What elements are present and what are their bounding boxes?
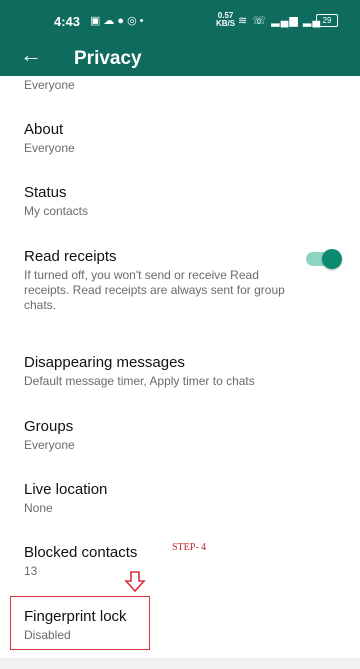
setting-subtitle: Everyone bbox=[24, 141, 75, 155]
down-arrow-icon bbox=[124, 571, 146, 593]
toggle-knob bbox=[322, 249, 342, 269]
setting-about[interactable]: About Everyone bbox=[24, 121, 344, 156]
setting-title: Read receipts bbox=[24, 248, 117, 265]
notification-icons: ▣☁●◎• bbox=[90, 14, 147, 27]
connectivity-icons: ≋ ☏ ▂▄▆ ▂▄ bbox=[238, 14, 321, 27]
setting-subtitle: Everyone bbox=[24, 438, 75, 452]
messenger-icon: ● bbox=[117, 15, 128, 27]
setting-read-receipts[interactable]: Read receipts If turned off, you won't s… bbox=[24, 248, 292, 313]
setting-subtitle: Default message timer, Apply timer to ch… bbox=[24, 374, 255, 388]
bottom-strip bbox=[0, 658, 360, 669]
page-title: Privacy bbox=[74, 48, 142, 69]
setting-title: Disappearing messages bbox=[24, 354, 185, 371]
previous-item-subtitle: Everyone bbox=[24, 78, 75, 92]
setting-groups[interactable]: Groups Everyone bbox=[24, 418, 344, 453]
setting-subtitle: Disabled bbox=[24, 628, 71, 642]
signal-icon: ▂▄▆ bbox=[271, 15, 299, 27]
step-label: STEP- 4 bbox=[172, 542, 207, 553]
battery-icon: 29 bbox=[316, 14, 338, 27]
setting-live-location[interactable]: Live location None bbox=[24, 481, 344, 516]
wifi-icon: ≋ bbox=[238, 15, 249, 27]
setting-title: Fingerprint lock bbox=[24, 608, 127, 625]
read-receipts-toggle[interactable] bbox=[306, 249, 342, 269]
dot-icon: • bbox=[139, 15, 147, 27]
setting-disappearing-messages[interactable]: Disappearing messages Default message ti… bbox=[24, 354, 344, 389]
status-time: 4:43 bbox=[54, 14, 81, 29]
cloud-icon: ☁ bbox=[103, 15, 118, 27]
status-bar: 4:43 ▣☁●◎• 0.57 KB/S ≋ ☏ ▂▄▆ ▂▄ 29 bbox=[0, 0, 360, 44]
network-speed: 0.57 KB/S bbox=[216, 11, 236, 28]
instagram-icon: ◎ bbox=[127, 15, 140, 27]
setting-subtitle: My contacts bbox=[24, 204, 89, 218]
setting-title: Groups bbox=[24, 418, 74, 435]
app-bar: ← Privacy bbox=[0, 42, 360, 76]
gallery-icon: ▣ bbox=[90, 15, 104, 27]
setting-fingerprint-lock[interactable]: Fingerprint lock Disabled bbox=[24, 608, 344, 643]
setting-title: Live location bbox=[24, 481, 108, 498]
setting-title: Status bbox=[24, 184, 67, 201]
setting-status[interactable]: Status My contacts bbox=[24, 184, 344, 219]
setting-title: About bbox=[24, 121, 64, 138]
setting-subtitle: None bbox=[24, 501, 53, 515]
volte-icon: ☏ bbox=[252, 15, 268, 27]
setting-subtitle: If turned off, you won't send or receive… bbox=[24, 268, 285, 312]
back-arrow-icon[interactable]: ← bbox=[20, 42, 42, 68]
setting-subtitle: 13 bbox=[24, 564, 38, 578]
